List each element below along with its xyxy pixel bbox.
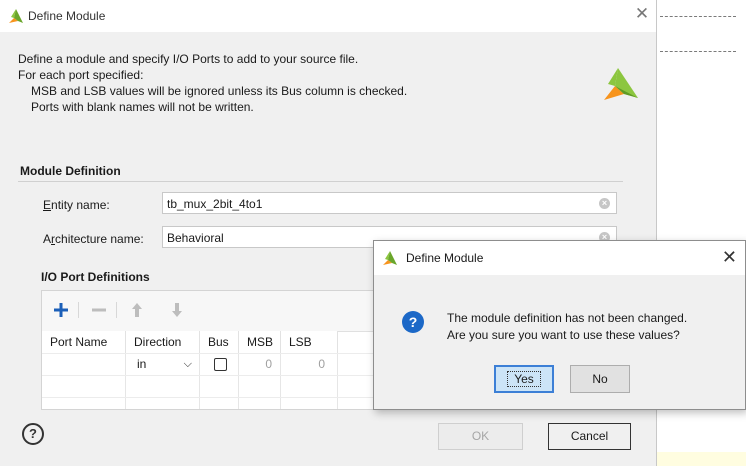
entity-name-label: Entity name: (43, 198, 110, 212)
section-divider (18, 181, 623, 182)
toolbar-separator (78, 302, 79, 318)
direction-value: in (137, 357, 147, 371)
minus-icon (92, 308, 106, 312)
toolbar-separator (116, 302, 117, 318)
clear-icon[interactable]: × (599, 198, 610, 209)
empty-cell (200, 376, 239, 397)
cancel-button[interactable]: Cancel (548, 423, 631, 450)
confirm-message: The module definition has not been chang… (447, 310, 687, 344)
move-down-button[interactable] (166, 299, 188, 321)
close-icon[interactable]: ✕ (722, 247, 737, 267)
help-button[interactable]: ? (22, 423, 44, 445)
background-highlight (656, 452, 746, 466)
direction-select[interactable]: in ⌵ (126, 354, 200, 375)
yes-button[interactable]: Yes (494, 365, 554, 393)
no-button[interactable]: No (570, 365, 630, 393)
description-text: Define a module and specify I/O Ports to… (18, 51, 407, 115)
column-header[interactable]: MSB (239, 331, 281, 353)
column-header[interactable]: Port Name (42, 331, 126, 353)
dialog-titlebar: Define Module ✕ (0, 0, 656, 32)
lsb-cell[interactable]: 0 (281, 354, 338, 375)
arrow-up-icon (132, 303, 142, 317)
empty-cell (239, 376, 281, 397)
module-definition-heading: Module Definition (20, 164, 121, 178)
plus-icon (54, 303, 68, 317)
confirm-dialog-titlebar: Define Module ✕ (374, 241, 745, 275)
ok-button[interactable]: OK (438, 423, 523, 450)
msb-cell[interactable]: 0 (239, 354, 281, 375)
yes-button-label: Yes (507, 371, 541, 387)
empty-cell (42, 398, 126, 409)
add-port-button[interactable] (50, 299, 72, 321)
vivado-logo-icon (9, 9, 23, 23)
entity-name-input[interactable]: tb_mux_2bit_4to1 × (162, 192, 617, 214)
question-icon: ? (402, 311, 424, 333)
column-header[interactable]: LSB (281, 331, 338, 353)
empty-cell (42, 376, 126, 397)
description-line: MSB and LSB values will be ignored unles… (31, 84, 408, 98)
column-header[interactable]: Direction (126, 331, 200, 353)
confirm-message-line: Are you sure you want to use these value… (447, 328, 680, 342)
empty-cell (200, 398, 239, 409)
description-line: Define a module and specify I/O Ports to… (18, 52, 359, 66)
empty-cell (126, 398, 200, 409)
empty-cell (281, 376, 338, 397)
empty-cell (239, 398, 281, 409)
architecture-name-value: Behavioral (167, 231, 224, 245)
close-icon[interactable]: ✕ (632, 4, 652, 24)
confirm-message-line: The module definition has not been chang… (447, 311, 688, 325)
confirm-dialog: Define Module ✕ ? The module definition … (373, 240, 746, 410)
arrow-down-icon (172, 303, 182, 317)
remove-port-button[interactable] (88, 299, 110, 321)
background-dashed-line (660, 16, 736, 17)
column-header[interactable]: Bus (200, 331, 239, 353)
empty-cell (281, 398, 338, 409)
bus-checkbox[interactable] (214, 358, 227, 371)
architecture-name-label: Architecture name: (43, 232, 144, 246)
port-name-cell[interactable] (42, 354, 126, 375)
description-line: Ports with blank names will not be writt… (31, 100, 254, 114)
entity-name-value: tb_mux_2bit_4to1 (167, 197, 263, 211)
vivado-logo-icon (604, 68, 638, 100)
background-dashed-line (660, 51, 736, 52)
chevron-down-icon: ⌵ (183, 358, 192, 370)
description-line: For each port specified: (18, 68, 144, 82)
bus-cell (200, 354, 239, 375)
entity-name-label-text: ntity name: (51, 198, 110, 212)
confirm-dialog-title: Define Module (406, 251, 484, 265)
vivado-logo-icon (383, 251, 397, 265)
dialog-title: Define Module (28, 9, 106, 23)
move-up-button[interactable] (126, 299, 148, 321)
io-port-definitions-heading: I/O Port Definitions (41, 270, 150, 284)
empty-cell (126, 376, 200, 397)
